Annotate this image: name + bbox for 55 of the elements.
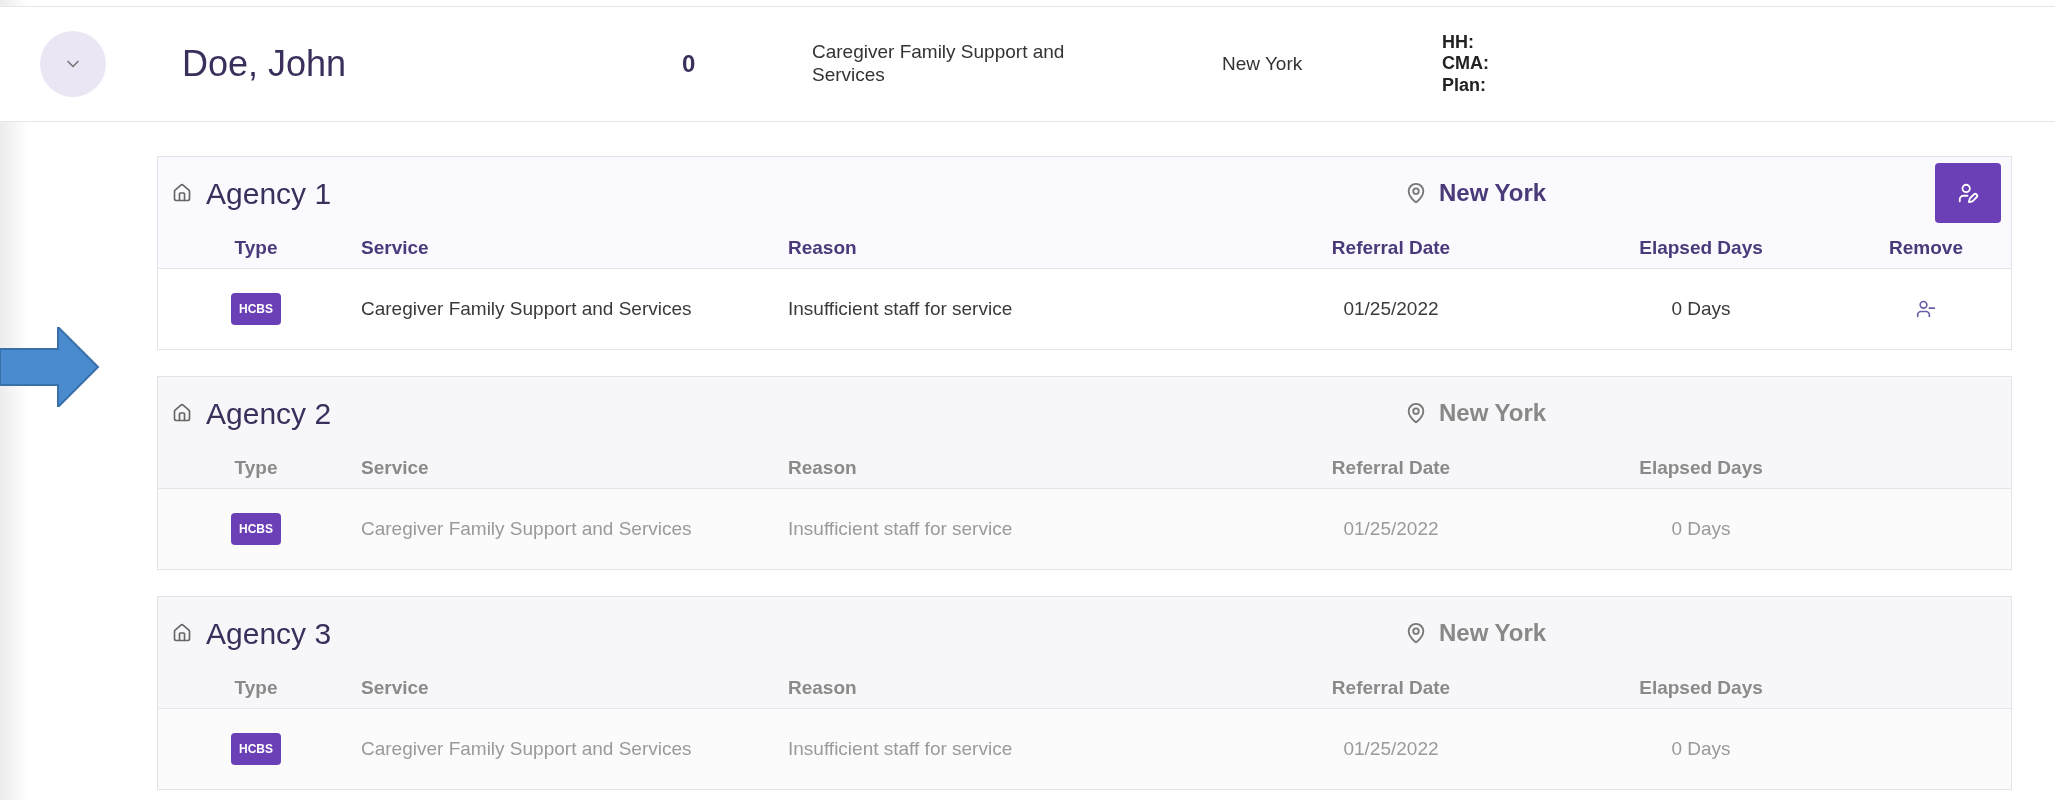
reason-cell-text: Insufficient staff for service bbox=[788, 736, 1014, 761]
elapsed-days-cell-text: 0 Days bbox=[1671, 296, 1731, 321]
location-text: New York bbox=[1222, 51, 1304, 76]
house-icon bbox=[172, 623, 192, 643]
agency-location: New York bbox=[1439, 178, 1547, 208]
service-text: Caregiver Family Support and Services bbox=[812, 41, 1066, 87]
service-cell-text: Caregiver Family Support and Services bbox=[361, 736, 693, 761]
column-header: Elapsed Days bbox=[1639, 236, 1763, 261]
column-header: Type bbox=[233, 456, 279, 481]
remove-button[interactable] bbox=[1916, 299, 1936, 319]
column-header: Referral Date bbox=[1331, 676, 1451, 701]
column-header: Reason bbox=[788, 676, 857, 701]
type-tag: HCBS bbox=[231, 293, 281, 325]
referral-date-cell-text: 01/25/2022 bbox=[1343, 516, 1439, 541]
user-remove-icon bbox=[1916, 299, 1936, 319]
column-header: Referral Date bbox=[1331, 456, 1451, 481]
location-icon bbox=[1405, 182, 1427, 204]
house-icon bbox=[172, 403, 192, 423]
column-header: Elapsed Days bbox=[1639, 456, 1763, 481]
column-header: Referral Date bbox=[1331, 236, 1451, 261]
column-header: Remove bbox=[1889, 236, 1963, 261]
column-header: Service bbox=[361, 676, 429, 701]
referral-date-cell-text: 01/25/2022 bbox=[1343, 736, 1439, 761]
reason-cell-text: Insufficient staff for service bbox=[788, 516, 1014, 541]
column-header: Service bbox=[361, 236, 429, 261]
record-label: CMA: bbox=[1442, 53, 1489, 75]
record-label: Plan: bbox=[1442, 74, 1487, 97]
agency-name: Agency 1 bbox=[206, 175, 332, 212]
column-header: Elapsed Days bbox=[1639, 676, 1763, 701]
agency-location: New York bbox=[1439, 398, 1547, 428]
referral-date-cell-text: 01/25/2022 bbox=[1343, 296, 1439, 321]
reason-cell-text: Insufficient staff for service bbox=[788, 296, 1014, 321]
count-value: 0 bbox=[682, 49, 697, 79]
elapsed-days-cell-text: 0 Days bbox=[1671, 516, 1731, 541]
house-icon bbox=[172, 183, 192, 203]
location-icon bbox=[1405, 402, 1427, 424]
agency-name: Agency 2 bbox=[206, 395, 332, 432]
column-header: Reason bbox=[788, 236, 857, 261]
column-header: Reason bbox=[788, 456, 857, 481]
user-edit-icon bbox=[1957, 182, 1979, 204]
location-icon bbox=[1405, 622, 1427, 644]
service-cell-text: Caregiver Family Support and Services bbox=[361, 516, 693, 541]
edit-button[interactable] bbox=[1935, 163, 2001, 223]
elapsed-days-cell-text: 0 Days bbox=[1671, 736, 1731, 761]
column-header: Service bbox=[361, 456, 429, 481]
column-header: Type bbox=[233, 236, 279, 261]
record-label: HH: bbox=[1442, 31, 1475, 54]
client-name: Doe, John bbox=[182, 42, 348, 86]
type-tag: HCBS bbox=[231, 733, 281, 765]
agency-name: Agency 3 bbox=[206, 615, 332, 652]
column-header: Type bbox=[233, 676, 279, 701]
agency-location: New York bbox=[1439, 618, 1547, 648]
type-tag: HCBS bbox=[231, 513, 281, 545]
arrow-icon bbox=[0, 327, 100, 407]
service-cell-text: Caregiver Family Support and Services bbox=[361, 296, 693, 321]
